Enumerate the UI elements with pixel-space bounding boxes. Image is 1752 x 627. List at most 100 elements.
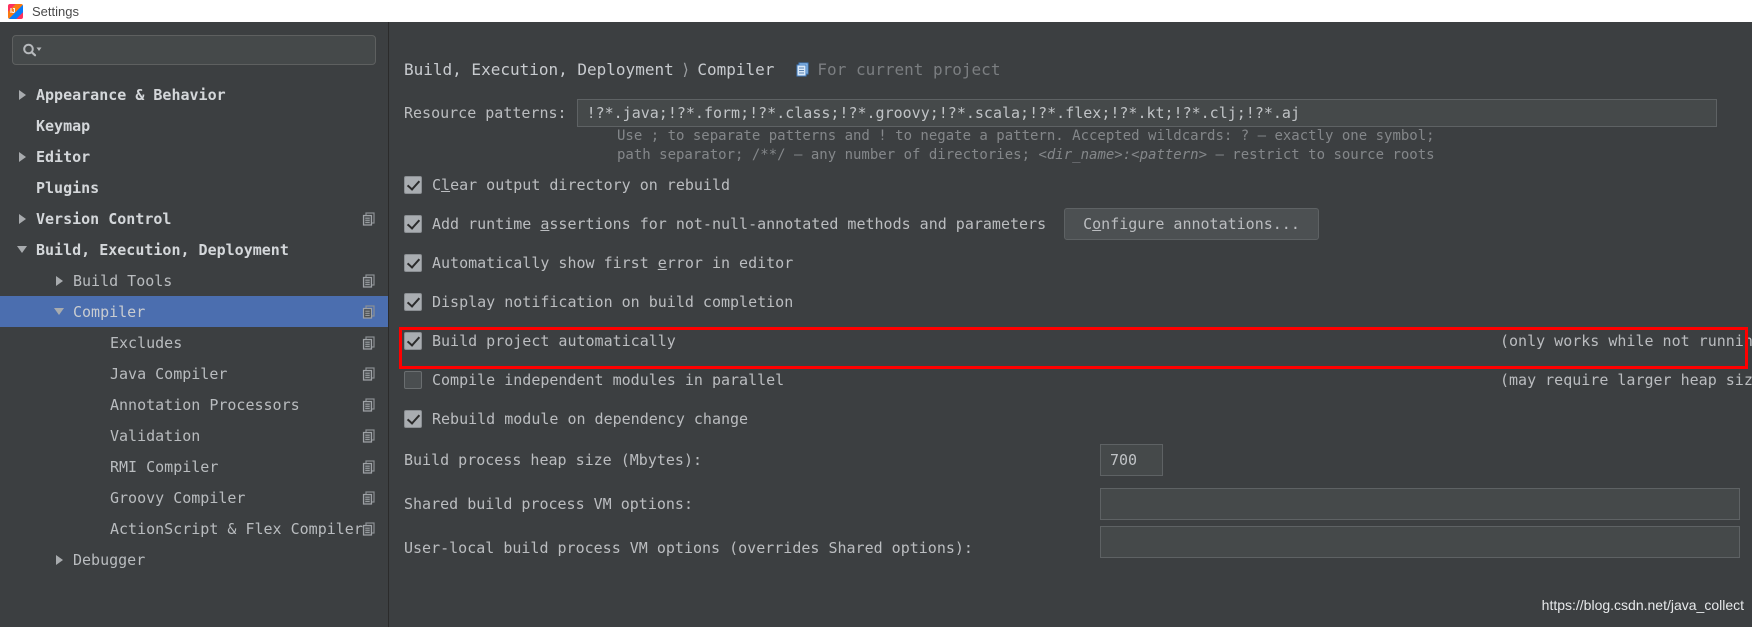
sidebar-item-appearance-behavior[interactable]: Appearance & Behavior [0, 79, 388, 110]
sidebar-item-label: Editor [36, 147, 91, 166]
sidebar-item-validation[interactable]: Validation [0, 420, 388, 451]
help-line-2-b: <dir_name>:<pattern> [1038, 147, 1208, 163]
shared-vm-options-input[interactable] [1100, 488, 1740, 520]
checkbox-add-runtime-assertions-for-not-null-annotated-me[interactable] [404, 214, 422, 233]
sidebar-item-build-execution-deployment[interactable]: Build, Execution, Deployment [0, 234, 388, 265]
intellij-idea-logo-icon [8, 3, 23, 19]
chevron-right-icon[interactable] [14, 211, 30, 227]
search-input[interactable] [42, 41, 375, 59]
chevron-right-icon[interactable] [51, 552, 67, 568]
copy-settings-icon[interactable] [362, 211, 376, 226]
sidebar-item-label: RMI Compiler [110, 457, 219, 476]
button-label-mnemonic: o [1092, 214, 1102, 233]
heap-size-input[interactable] [1100, 444, 1163, 476]
copy-settings-icon[interactable] [362, 459, 376, 474]
sidebar-item-label: Build Tools [73, 271, 173, 290]
help-line-2-c: — restrict to source roots [1207, 147, 1435, 163]
copy-settings-icon[interactable] [362, 335, 376, 350]
checkbox-hint: (only works while not running / debuggin… [1500, 331, 1752, 350]
sidebar-item-label: Annotation Processors [110, 395, 300, 414]
sidebar-item-excludes[interactable]: Excludes [0, 327, 388, 358]
configure-annotations-button[interactable]: Co nfigure annotations... [1064, 207, 1319, 240]
breadcrumb-leaf: Compiler [697, 60, 775, 79]
copy-settings-icon[interactable] [362, 304, 376, 319]
scope-label: For current project [817, 60, 1001, 79]
copy-settings-icon[interactable] [362, 490, 376, 505]
checkbox-automatically-show-first-error-in-editor[interactable] [404, 253, 422, 272]
sidebar-item-debugger[interactable]: Debugger [0, 544, 388, 575]
checkbox-row-build-project-automatically[interactable]: Build project automatically (only works w… [404, 321, 1752, 360]
sidebar-item-label: Validation [110, 426, 201, 445]
checkbox-clear-output-directory-on-rebuild[interactable] [404, 175, 422, 194]
checkbox-label: Display notification on build completion [422, 293, 793, 311]
sidebar-item-label: Debugger [73, 550, 146, 569]
copy-settings-icon[interactable] [362, 521, 376, 536]
settings-dialog: Settings Appearance & Behavior Keymap Edit… [0, 0, 1752, 627]
user-vm-options-label: User-local build process VM options (ove… [404, 539, 973, 557]
label-part-pre: Build project automatically [432, 331, 676, 350]
sidebar-item-annotation-processors[interactable]: Annotation Processors [0, 389, 388, 420]
copy-settings-icon[interactable] [362, 273, 376, 288]
sidebar-item-rmi-compiler[interactable]: RMI Compiler [0, 451, 388, 482]
checkbox-row-clear-output-directory-on-rebuild[interactable]: Clear output directory on rebuild [404, 165, 1752, 204]
sidebar-item-build-tools[interactable]: Build Tools [0, 265, 388, 296]
copy-settings-icon[interactable] [362, 397, 376, 412]
sidebar-item-label: Excludes [110, 333, 183, 352]
copy-settings-icon[interactable] [362, 366, 376, 381]
checkbox-compile-independent-modules-in-parallel[interactable] [404, 370, 422, 389]
sidebar-item-label: Groovy Compiler [110, 488, 246, 507]
label-part-pre: Automatically show first [432, 253, 658, 272]
heap-size-row: Build process heap size (Mbytes): [404, 438, 1752, 482]
sidebar-item-actionscript-flex-compiler[interactable]: ActionScript & Flex Compiler [0, 513, 388, 544]
breadcrumb-root[interactable]: Build, Execution, Deployment [404, 60, 674, 79]
project-scope-icon [796, 62, 811, 81]
search-icon [22, 43, 42, 57]
user-vm-options-input[interactable] [1100, 526, 1740, 558]
label-part-pre: Add runtime [432, 214, 541, 233]
checkbox-row-automatically-show-first-error-in-editor[interactable]: Automatically show first error in editor [404, 243, 1752, 282]
settings-tree: Appearance & Behavior Keymap Editor Plugins… [0, 79, 388, 575]
copy-settings-icon[interactable] [362, 428, 376, 443]
checkbox-row-display-notification-on-build-completion[interactable]: Display notification on build completion [404, 282, 1752, 321]
checkbox-label: Clear output directory on rebuild [422, 176, 730, 194]
checkbox-display-notification-on-build-completion[interactable] [404, 292, 422, 311]
label-part-pre: Display notification on build completion [432, 292, 794, 311]
checkbox-build-project-automatically[interactable] [404, 331, 422, 350]
settings-content: Build, Execution, Deployment ⟩ Compiler … [390, 22, 1752, 627]
checkbox-rebuild-module-on-dependency-change[interactable] [404, 409, 422, 428]
window-title: Settings [32, 3, 79, 19]
checkbox-label: Build project automatically [422, 332, 676, 350]
sidebar-item-editor[interactable]: Editor [0, 141, 388, 172]
chevron-right-icon[interactable] [14, 87, 30, 103]
help-line-1: Use ; to separate patterns and ! to nega… [617, 128, 1435, 144]
chevron-right-icon[interactable] [51, 273, 67, 289]
button-label-post: nfigure annotations... [1101, 214, 1300, 233]
chevron-down-icon[interactable] [14, 242, 30, 258]
sidebar-item-keymap[interactable]: Keymap [0, 110, 388, 141]
checkbox-label: Rebuild module on dependency change [422, 410, 748, 428]
checkbox-row-add-runtime-assertions-for-not-null-annotated-me[interactable]: Add runtime assertions for not-null-anno… [404, 204, 1752, 243]
checkbox-hint: (may require larger heap size) [1500, 370, 1752, 389]
help-line-2: path separator; /**/ — any number of dir… [617, 146, 1752, 165]
resource-patterns-input[interactable] [576, 99, 1717, 127]
sidebar-item-label: Keymap [36, 116, 91, 135]
sidebar-item-java-compiler[interactable]: Java Compiler [0, 358, 388, 389]
checkbox-label: Add runtime assertions for not-null-anno… [422, 215, 1046, 233]
sidebar-item-plugins[interactable]: Plugins [0, 172, 388, 203]
user-vm-options-row: User-local build process VM options (ove… [404, 526, 1752, 570]
chevron-right-icon[interactable] [14, 149, 30, 165]
search-box[interactable] [12, 35, 376, 65]
label-mnemonic: e [657, 253, 667, 272]
sidebar-item-groovy-compiler[interactable]: Groovy Compiler [0, 482, 388, 513]
sidebar-item-compiler[interactable]: Compiler [0, 296, 388, 327]
sidebar-item-version-control[interactable]: Version Control [0, 203, 388, 234]
chevron-down-icon[interactable] [51, 304, 67, 320]
checkbox-row-compile-independent-modules-in-parallel[interactable]: Compile independent modules in parallel (… [404, 360, 1752, 399]
checkbox-row-rebuild-module-on-dependency-change[interactable]: Rebuild module on dependency change [404, 399, 1752, 438]
